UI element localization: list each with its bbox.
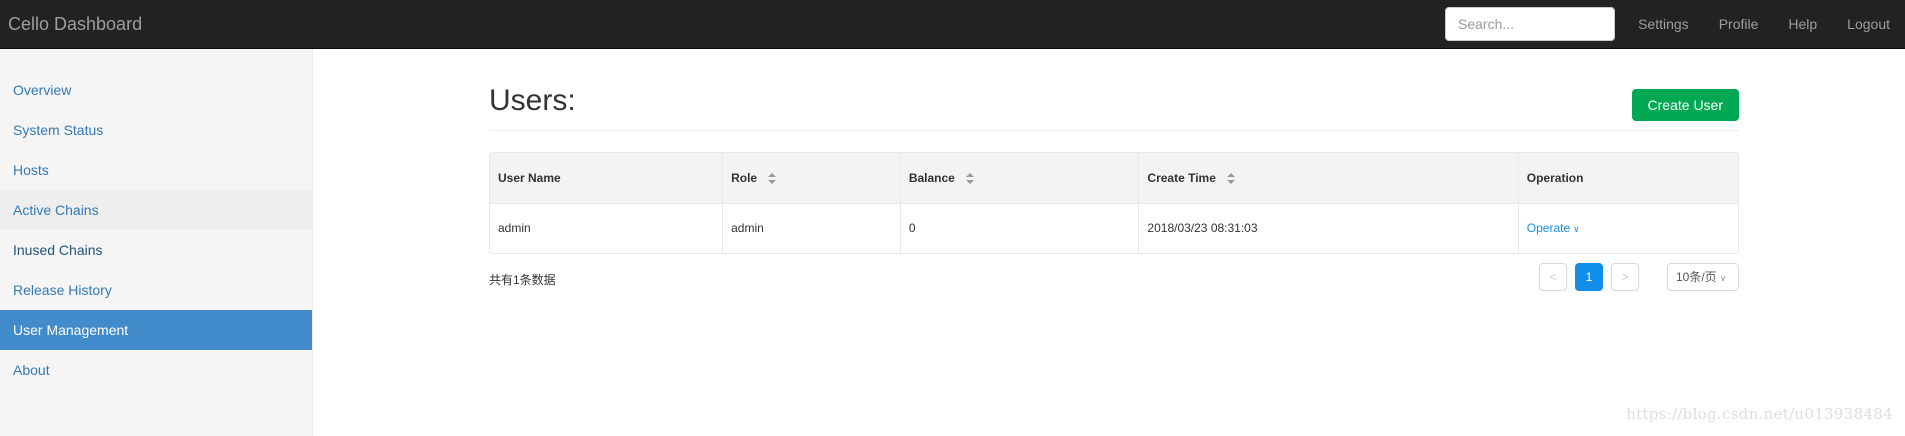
chevron-right-icon: > <box>1621 270 1629 284</box>
page-1-button[interactable]: 1 <box>1575 263 1603 291</box>
chevron-down-icon: ∨ <box>1719 273 1727 283</box>
cell-user-name: admin <box>490 203 724 253</box>
operate-dropdown[interactable]: Operate ∨ <box>1527 221 1580 235</box>
sidebar-item-system-status[interactable]: System Status <box>0 110 312 150</box>
nav-link-help[interactable]: Help <box>1773 0 1832 49</box>
main-content: Users: Create User User Name Role Balanc… <box>489 49 1739 291</box>
brand-logo[interactable]: Cello Dashboard <box>8 0 142 49</box>
sidebar-item-release-history[interactable]: Release History <box>0 270 312 310</box>
nav-link-profile[interactable]: Profile <box>1704 0 1774 49</box>
chevron-left-icon: < <box>1549 270 1557 284</box>
sidebar-item-hosts[interactable]: Hosts <box>0 150 312 190</box>
page-header: Users: Create User <box>489 49 1739 131</box>
search-input[interactable] <box>1445 7 1615 41</box>
sidebar-item-about[interactable]: About <box>0 350 312 390</box>
column-header-operation: Operation <box>1518 153 1738 204</box>
sort-icon[interactable] <box>966 172 975 185</box>
column-header-label: Balance <box>908 170 955 185</box>
nav-links: Settings Profile Help Logout <box>1623 0 1905 49</box>
sidebar-item-inused-chains[interactable]: Inused Chains <box>0 230 312 270</box>
prev-page-button[interactable]: < <box>1539 263 1567 291</box>
cell-create-time: 2018/03/23 08:31:03 <box>1138 203 1519 253</box>
watermark: https://blog.csdn.net/u013938484 <box>1626 405 1893 423</box>
page-size-value: 10条/页 <box>1676 270 1717 284</box>
column-header-label: Create Time <box>1147 170 1216 185</box>
sidebar-item-active-chains[interactable]: Active Chains <box>0 190 312 230</box>
cell-role: admin <box>722 203 901 253</box>
table-row: admin admin 0 2018/03/23 08:31:03 Operat… <box>490 203 1738 253</box>
cell-balance: 0 <box>900 203 1140 253</box>
page-title: Users: <box>489 84 576 117</box>
column-header-label: Operation <box>1526 170 1584 185</box>
users-table: User Name Role Balance Create Time Opera… <box>489 152 1739 254</box>
sidebar-item-user-management[interactable]: User Management <box>0 310 312 350</box>
cell-operation: Operate ∨ <box>1518 203 1738 253</box>
sidebar: Overview System Status Hosts Active Chai… <box>0 49 313 436</box>
column-header-label: User Name <box>498 170 561 185</box>
column-header-label: Role <box>731 170 758 185</box>
page-size-select[interactable]: 10条/页 ∨ <box>1667 263 1739 291</box>
table-header-row: User Name Role Balance Create Time Opera… <box>490 153 1738 204</box>
column-header-role[interactable]: Role <box>722 153 901 204</box>
next-page-button[interactable]: > <box>1611 263 1639 291</box>
column-header-user-name: User Name <box>490 153 724 204</box>
column-header-create-time[interactable]: Create Time <box>1138 153 1519 204</box>
top-navbar: Cello Dashboard Settings Profile Help Lo… <box>0 0 1905 49</box>
column-header-balance[interactable]: Balance <box>900 153 1140 204</box>
total-count: 共有1条数据 <box>489 273 556 287</box>
create-user-button[interactable]: Create User <box>1631 89 1739 121</box>
operate-label: Operate <box>1526 221 1571 236</box>
sort-icon[interactable] <box>768 172 777 185</box>
nav-link-logout[interactable]: Logout <box>1832 0 1905 49</box>
sidebar-item-overview[interactable]: Overview <box>0 70 312 110</box>
sort-icon[interactable] <box>1227 172 1236 185</box>
nav-link-settings[interactable]: Settings <box>1623 0 1704 49</box>
chevron-down-icon: ∨ <box>1573 224 1580 235</box>
pagination: < 1 > 10条/页 ∨ <box>1539 263 1739 291</box>
